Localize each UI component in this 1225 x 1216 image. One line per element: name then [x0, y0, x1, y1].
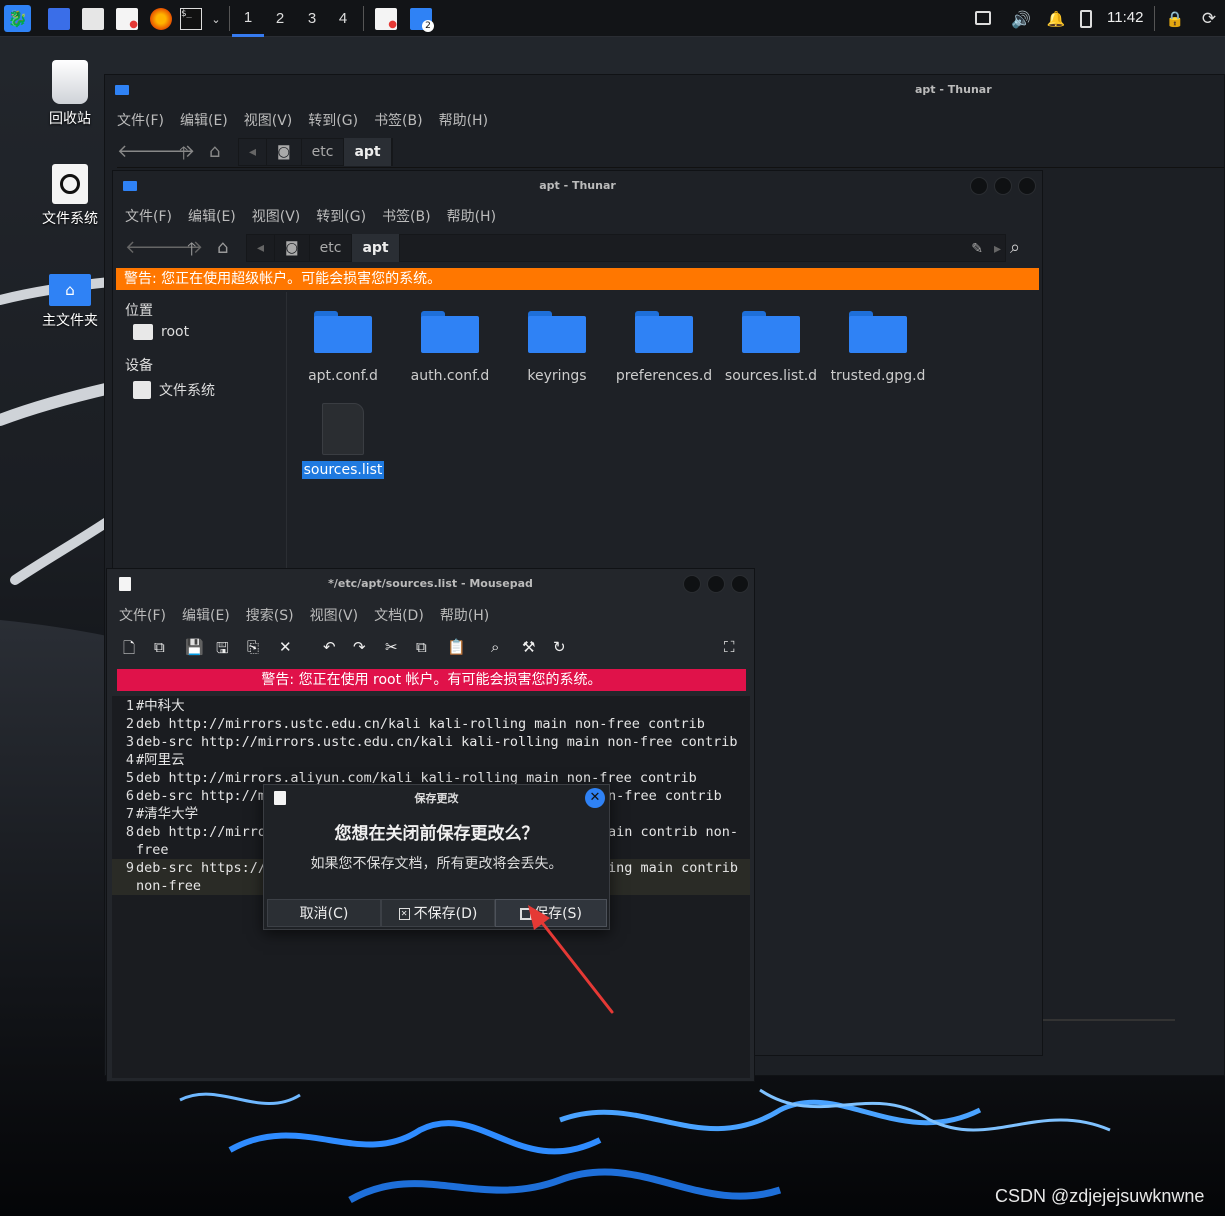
watermark: CSDN @zdjejejsuwknwne	[995, 1186, 1205, 1206]
annotation-arrow	[528, 905, 614, 1014]
